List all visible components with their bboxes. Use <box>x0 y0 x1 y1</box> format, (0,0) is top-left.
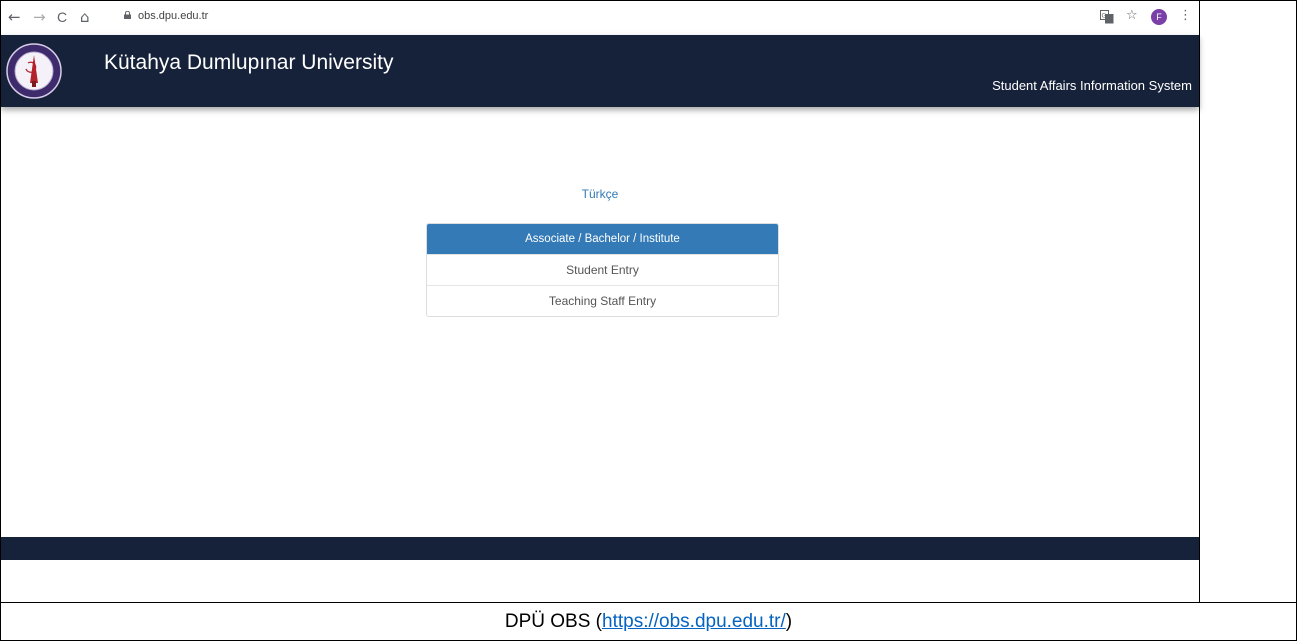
forward-icon[interactable]: → <box>33 7 46 27</box>
system-name: Student Affairs Information System <box>992 78 1192 93</box>
home-icon[interactable]: ⌂ <box>80 7 90 27</box>
reload-icon[interactable]: C <box>57 7 67 27</box>
menu-icon[interactable]: ⋮ <box>1179 8 1192 23</box>
back-icon[interactable]: ← <box>8 7 21 27</box>
caption-suffix: ) <box>785 611 793 632</box>
profile-avatar[interactable]: F <box>1151 9 1167 25</box>
address-bar[interactable]: obs.dpu.edu.tr <box>138 10 208 22</box>
language-link-turkish[interactable]: Türkçe <box>582 187 619 201</box>
student-entry-link[interactable]: Student Entry <box>427 254 778 285</box>
caption-prefix: DPÜ OBS ( <box>504 611 602 632</box>
caption-link[interactable]: https://obs.dpu.edu.tr/ <box>602 611 786 632</box>
svg-text:G: G <box>1102 13 1107 20</box>
screenshot-right-border <box>1199 0 1200 602</box>
site-footer <box>1 537 1199 560</box>
translate-icon[interactable]: G <box>1100 10 1114 24</box>
lock-icon <box>124 11 131 19</box>
university-name: Kütahya Dumlupınar University <box>104 51 394 74</box>
panel-title: Associate / Bachelor / Institute <box>427 224 778 254</box>
caption-divider <box>0 602 1297 603</box>
login-panel: Associate / Bachelor / Institute Student… <box>426 223 779 317</box>
browser-toolbar: ← → C ⌂ obs.dpu.edu.tr G ☆ F ⋮ <box>1 1 1199 34</box>
star-icon[interactable]: ☆ <box>1126 8 1138 23</box>
teaching-staff-entry-link[interactable]: Teaching Staff Entry <box>427 285 778 316</box>
university-seal-logo[interactable] <box>6 43 62 99</box>
language-link: Türkçe <box>0 187 1200 201</box>
figure-caption: DPÜ OBS (https://obs.dpu.edu.tr/) <box>0 611 1297 633</box>
